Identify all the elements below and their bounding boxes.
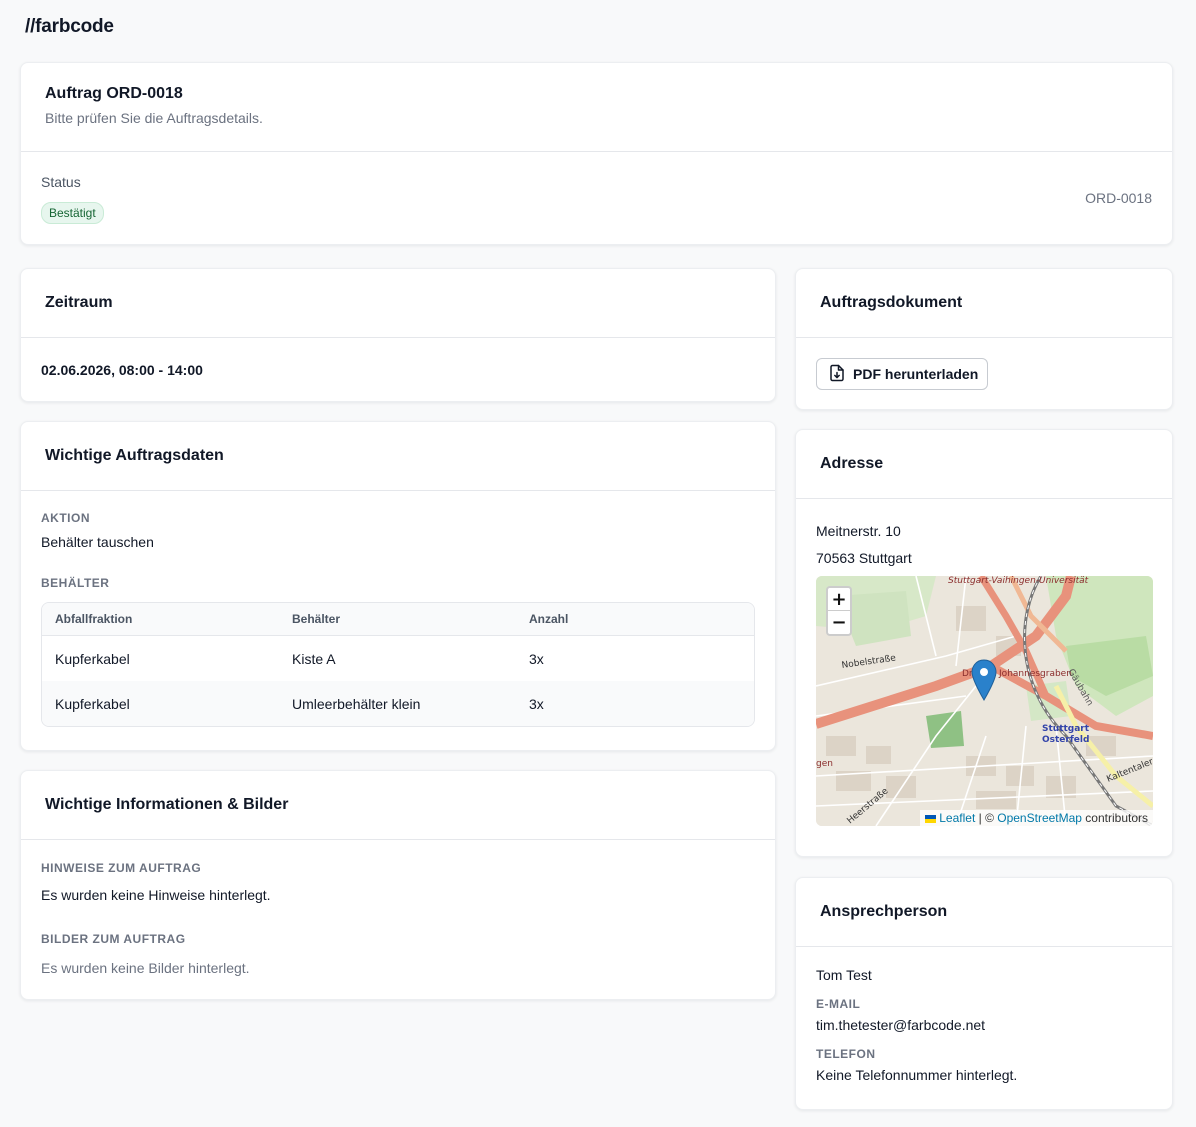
- zoom-in-button[interactable]: +: [828, 588, 850, 611]
- osm-link[interactable]: OpenStreetMap: [997, 811, 1082, 825]
- document-card: Auftragsdokument PDF herunterladen: [795, 268, 1173, 410]
- action-value: Behälter tauschen: [41, 534, 154, 550]
- column-header-count: Anzahl: [529, 612, 569, 626]
- email-value: tim.thetester@farbcode.net: [816, 1017, 986, 1033]
- map-label-osterfeld-2: Osterfeld: [1042, 735, 1089, 745]
- leaflet-link[interactable]: Leaflet: [939, 811, 975, 825]
- order-header-card: Auftrag ORD-0018 Bitte prüfen Sie die Au…: [20, 62, 1173, 245]
- address-title: Adresse: [820, 455, 884, 472]
- containers-table: Abfallfraktion Behälter Anzahl Kupferkab…: [41, 602, 755, 727]
- map-label-left-cut: gen: [816, 759, 833, 769]
- order-subtitle: Bitte prüfen Sie die Auftragsdetails.: [45, 110, 263, 126]
- map-tiles: Stuttgart-Vaihingen-Universität Nobelstr…: [816, 576, 1153, 826]
- address-card: Adresse Meitnerstr. 10 70563 Stuttgart S…: [795, 429, 1173, 857]
- notes-label: Hinweise zum Auftrag: [41, 861, 202, 875]
- order-header: Auftrag ORD-0018 Bitte prüfen Sie die Au…: [21, 63, 1172, 152]
- map-label-top: Stuttgart-Vaihingen-Universität: [948, 576, 1089, 586]
- status-badge: Bestätigt: [41, 202, 104, 224]
- cell-fraction: Kupferkabel: [55, 695, 130, 712]
- cell-count: 3x: [529, 695, 544, 712]
- cell-fraction: Kupferkabel: [55, 650, 130, 667]
- containers-label: Behälter: [41, 576, 110, 590]
- images-value: Es wurden keine Bilder hinterlegt.: [41, 960, 250, 976]
- map-attribution: Leaflet | © OpenStreetMap contributors: [919, 810, 1153, 826]
- status-label: Status: [41, 174, 81, 190]
- column-header-fraction: Abfallfraktion: [55, 612, 133, 626]
- attribution-separator: | ©: [975, 811, 998, 825]
- key-data-title: Wichtige Auftragsdaten: [45, 447, 224, 464]
- file-download-icon: [829, 364, 845, 385]
- cell-count: 3x: [529, 650, 544, 667]
- ukraine-flag-icon: [924, 815, 936, 823]
- column-header-container: Behälter: [292, 612, 341, 626]
- timeframe-title: Zeitraum: [45, 294, 113, 311]
- cell-container: Kiste A: [292, 650, 336, 667]
- phone-value: Keine Telefonnummer hinterlegt.: [816, 1067, 1018, 1083]
- timeframe-value: 02.06.2026, 08:00 - 14:00: [41, 362, 203, 378]
- action-label: Aktion: [41, 511, 90, 525]
- contact-name: Tom Test: [816, 967, 872, 983]
- document-title: Auftragsdokument: [820, 294, 963, 311]
- download-pdf-label: PDF herunterladen: [853, 366, 979, 382]
- order-title: Auftrag ORD-0018: [45, 85, 183, 102]
- info-images-card: Wichtige Informationen & Bilder Hinweise…: [20, 770, 776, 1000]
- table-row: Kupferkabel Umleerbehälter klein 3x: [42, 681, 754, 726]
- download-pdf-button[interactable]: PDF herunterladen: [816, 358, 989, 390]
- order-id: ORD-0018: [1085, 190, 1152, 206]
- email-label: E-Mail: [816, 997, 861, 1011]
- location-map[interactable]: Stuttgart-Vaihingen-Universität Nobelstr…: [816, 576, 1153, 826]
- address-street: Meitnerstr. 10: [816, 523, 901, 539]
- key-data-card: Wichtige Auftragsdaten Aktion Behälter t…: [20, 421, 776, 751]
- cell-container: Umleerbehälter klein: [292, 695, 421, 712]
- images-label: Bilder zum Auftrag: [41, 932, 186, 946]
- address-city: 70563 Stuttgart: [816, 550, 912, 566]
- attribution-contributors: contributors: [1081, 811, 1148, 825]
- contact-title: Ansprechperson: [820, 903, 948, 920]
- table-header-row: Abfallfraktion Behälter Anzahl: [42, 603, 754, 636]
- map-zoom-control: + −: [826, 586, 852, 636]
- notes-value: Es wurden keine Hinweise hinterlegt.: [41, 887, 271, 903]
- table-row: Kupferkabel Kiste A 3x: [42, 636, 754, 681]
- timeframe-card: Zeitraum 02.06.2026, 08:00 - 14:00: [20, 268, 776, 402]
- brand-logo: //farbcode: [25, 16, 114, 37]
- map-label-osterfeld-1: Stuttgart: [1042, 724, 1090, 734]
- info-title: Wichtige Informationen & Bilder: [45, 796, 289, 813]
- phone-label: Telefon: [816, 1047, 876, 1061]
- zoom-out-button[interactable]: −: [828, 611, 850, 634]
- contact-card: Ansprechperson Tom Test E-Mail tim.thete…: [795, 877, 1173, 1110]
